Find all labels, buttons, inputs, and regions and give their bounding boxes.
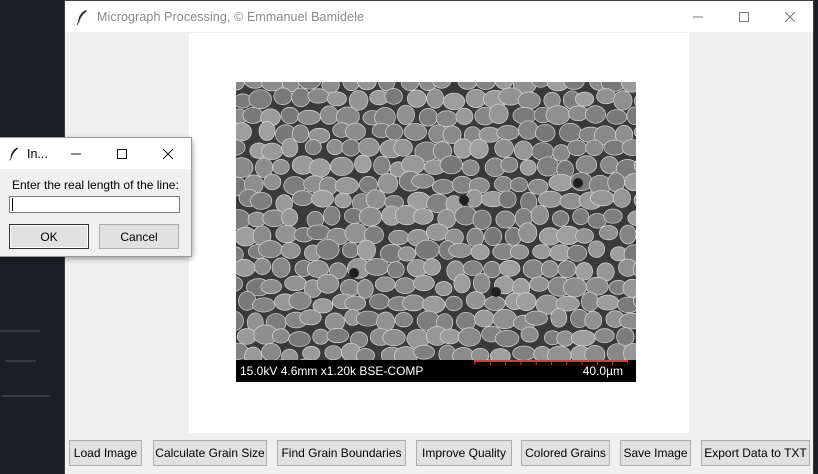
ok-button[interactable]: OK xyxy=(9,224,89,249)
close-icon xyxy=(785,11,795,22)
window-title: Micrograph Processing, © Emmanuel Bamide… xyxy=(97,9,364,24)
find-grain-boundaries-button[interactable]: Find Grain Boundaries xyxy=(277,440,406,466)
maximize-button[interactable] xyxy=(721,1,767,32)
desktop-background xyxy=(2,395,50,397)
feather-icon xyxy=(76,9,87,25)
load-image-button[interactable]: Load Image xyxy=(69,440,142,466)
desktop-background xyxy=(0,330,40,332)
export-data-button[interactable]: Export Data to TXT xyxy=(701,440,810,466)
dialog-maximize-button[interactable] xyxy=(99,138,145,169)
image-info-text: 15.0kV 4.6mm x1.20k BSE-COMP xyxy=(240,364,424,378)
image-info-bar: 15.0kV 4.6mm x1.20k BSE-COMP 40.0µm xyxy=(236,360,636,382)
colored-grains-button[interactable]: Colored Grains xyxy=(521,440,610,466)
main-titlebar[interactable]: Micrograph Processing, © Emmanuel Bamide… xyxy=(65,1,813,32)
minimize-icon xyxy=(71,153,81,154)
minimize-icon xyxy=(693,16,703,17)
text-caret xyxy=(12,198,13,211)
dialog-close-button[interactable] xyxy=(145,138,191,169)
save-image-button[interactable]: Save Image xyxy=(620,440,691,466)
improve-quality-button[interactable]: Improve Quality xyxy=(416,440,512,466)
maximize-icon xyxy=(739,11,749,22)
dialog-prompt: Enter the real length of the line: xyxy=(12,178,179,192)
dialog-title: In... xyxy=(27,146,48,161)
cancel-button[interactable]: Cancel xyxy=(99,224,179,249)
close-icon xyxy=(163,148,173,159)
feather-icon xyxy=(9,147,19,161)
image-canvas[interactable]: 15.0kV 4.6mm x1.20k BSE-COMP 40.0µm xyxy=(189,33,689,433)
minimize-button[interactable] xyxy=(675,1,721,32)
scale-bar xyxy=(474,360,628,365)
desktop-background xyxy=(6,360,36,362)
close-button[interactable] xyxy=(767,1,813,32)
dialog-minimize-button[interactable] xyxy=(53,138,99,169)
calculate-grain-size-button[interactable]: Calculate Grain Size xyxy=(153,440,267,466)
micrograph-grains xyxy=(236,82,636,360)
input-dialog: In... Enter the real length of the line:… xyxy=(0,138,191,256)
length-input[interactable] xyxy=(9,196,180,213)
scale-bar-label: 40.0µm xyxy=(582,364,623,378)
maximize-icon xyxy=(117,148,127,159)
dialog-titlebar[interactable]: In... xyxy=(0,138,191,169)
micrograph-image: 15.0kV 4.6mm x1.20k BSE-COMP 40.0µm xyxy=(236,82,636,382)
